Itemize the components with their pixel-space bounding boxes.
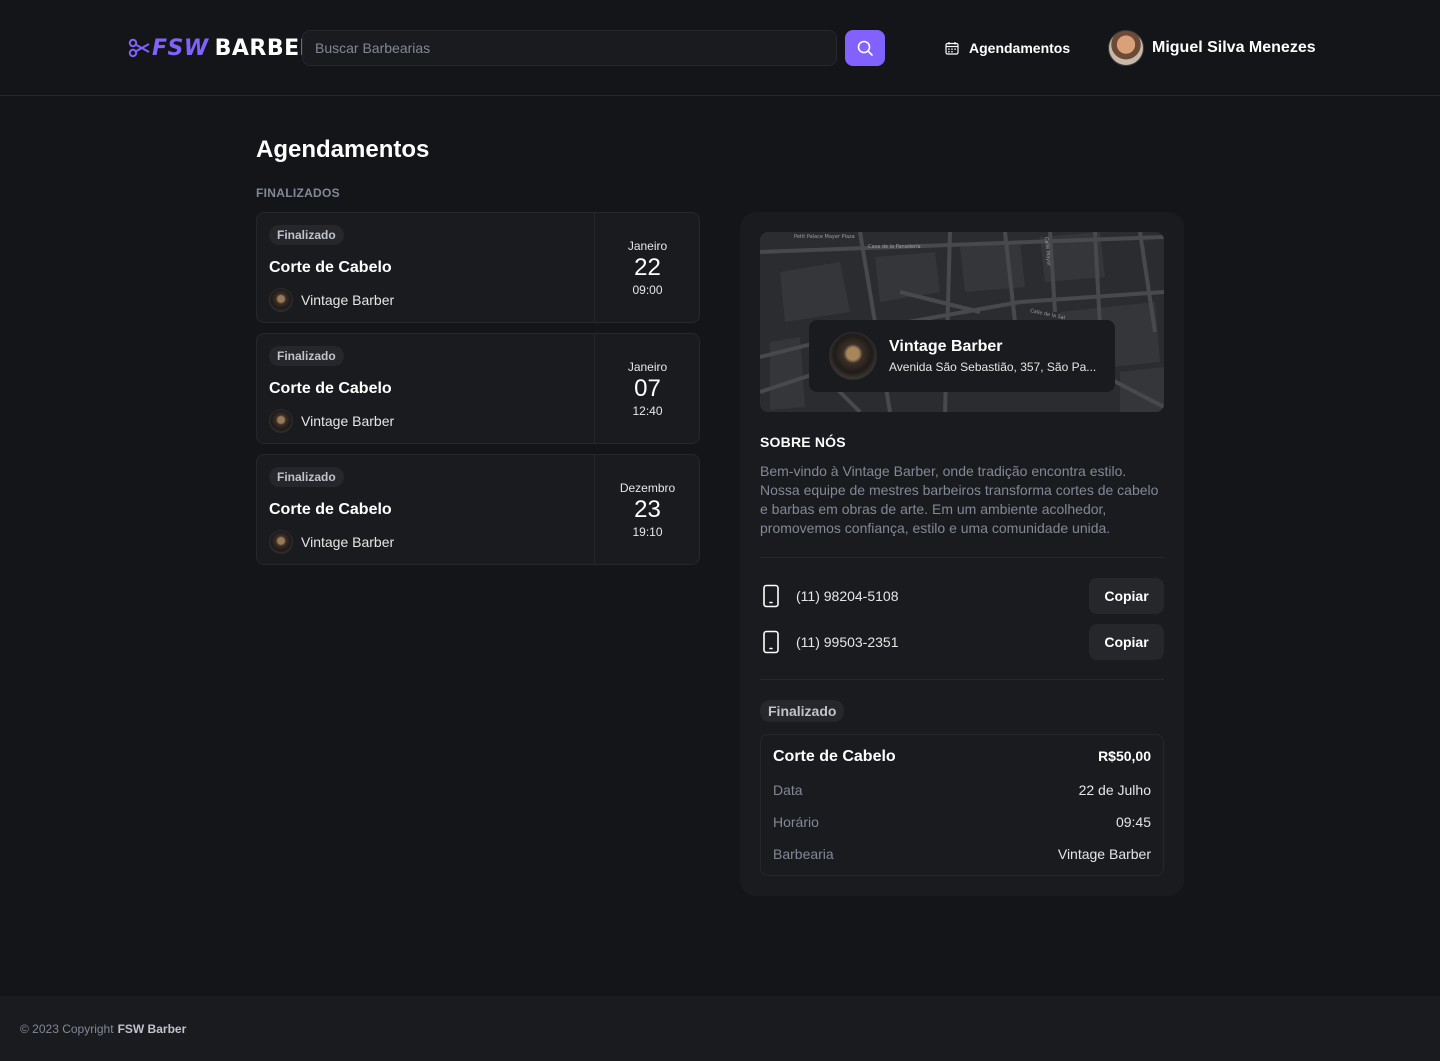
page-title: Agendamentos <box>256 136 430 163</box>
status-badge: Finalizado <box>760 700 845 722</box>
booking-service: Corte de Cabelo <box>269 380 392 397</box>
summary-row-time: Horário 09:45 <box>773 814 1151 830</box>
summary-barbershop-value: Vintage Barber <box>1057 846 1151 862</box>
summary-header: Corte de Cabelo R$50,00 <box>773 748 1151 766</box>
nav-bookings-link[interactable]: Agendamentos <box>945 38 1070 58</box>
barbershop-name: Vintage Barber <box>301 292 395 308</box>
summary-time-label: Horário <box>773 814 819 830</box>
user-menu[interactable]: Miguel Silva Menezes <box>1108 30 1316 66</box>
phone-item: (11) 98204-5108 Copiar <box>760 578 1164 614</box>
map-label: Petit Palace Mayer Plaza <box>794 234 855 240</box>
summary-date-value: 22 de Julho <box>1078 782 1151 798</box>
status-badge: Finalizado <box>269 225 344 245</box>
footer: © 2023 Copyright FSW Barber <box>0 996 1440 1061</box>
booking-month: Janeiro <box>627 359 668 374</box>
booking-card[interactable]: Finalizado Corte de Cabelo Vintage Barbe… <box>256 454 700 565</box>
phone-item: (11) 99503-2351 Copiar <box>760 624 1164 660</box>
phone-number: (11) 99503-2351 <box>796 634 899 650</box>
booking-day: 07 <box>634 374 661 402</box>
booking-time: 19:10 <box>632 524 663 539</box>
booking-month: Dezembro <box>619 480 676 495</box>
barbershop-avatar <box>269 409 293 433</box>
phone-number: (11) 98204-5108 <box>796 588 899 604</box>
barbershop-name: Vintage Barber <box>301 413 395 429</box>
booking-date: Janeiro 07 12:40 <box>594 334 700 443</box>
copy-phone-button[interactable]: Copiar <box>1089 578 1164 614</box>
search-input[interactable] <box>302 30 837 66</box>
smartphone-icon <box>763 630 779 654</box>
status-badge: Finalizado <box>269 346 344 366</box>
booking-summary: Corte de Cabelo R$50,00 Data 22 de Julho… <box>760 734 1164 876</box>
section-label-finished: FINALIZADOS <box>256 186 340 200</box>
search-icon <box>857 40 873 56</box>
calendar-icon <box>945 42 959 55</box>
search-button[interactable] <box>845 30 885 66</box>
summary-date-label: Data <box>773 782 803 798</box>
booking-time: 12:40 <box>632 403 663 418</box>
summary-barbershop-label: Barbearia <box>773 846 834 862</box>
header: FSW BARBER Agendamentos Miguel Silva Men… <box>0 0 1440 96</box>
map-barbershop-name: Vintage Barber <box>889 338 1003 355</box>
about-title: SOBRE NÓS <box>760 434 846 450</box>
booking-day: 22 <box>634 253 661 281</box>
barbershop-avatar <box>269 530 293 554</box>
avatar <box>1108 30 1144 66</box>
divider <box>760 679 1164 680</box>
booking-time: 09:00 <box>632 282 663 297</box>
map-label: Casa de la Panadería <box>868 243 921 250</box>
footer-copyright: © 2023 Copyright <box>20 1021 114 1036</box>
smartphone-icon <box>763 584 779 608</box>
summary-row-date: Data 22 de Julho <box>773 782 1151 798</box>
booking-service: Corte de Cabelo <box>269 259 392 276</box>
logo-accent: FSW <box>152 35 209 61</box>
summary-row-barbershop: Barbearia Vintage Barber <box>773 846 1151 862</box>
booking-service: Corte de Cabelo <box>269 501 392 518</box>
booking-barbershop: Vintage Barber <box>269 288 394 312</box>
booking-barbershop: Vintage Barber <box>269 530 394 554</box>
summary-service: Corte de Cabelo <box>773 748 896 765</box>
summary-price: R$50,00 <box>1098 748 1151 764</box>
logo[interactable]: FSW BARBER <box>128 34 317 62</box>
booking-month: Janeiro <box>627 238 668 253</box>
booking-barbershop: Vintage Barber <box>269 409 394 433</box>
booking-details-panel: Petit Palace Mayer Plaza Casa de la Pana… <box>740 212 1184 896</box>
summary-time-value: 09:45 <box>1115 814 1151 830</box>
divider <box>760 557 1164 558</box>
booking-day: 23 <box>634 495 661 523</box>
footer-brand: FSW Barber <box>117 1021 187 1036</box>
map-barbershop-card: Vintage Barber Avenida São Sebastião, 35… <box>809 320 1115 392</box>
user-name: Miguel Silva Menezes <box>1152 39 1316 56</box>
barbershop-avatar <box>829 332 877 380</box>
map: Petit Palace Mayer Plaza Casa de la Pana… <box>760 232 1164 412</box>
barbershop-name: Vintage Barber <box>301 534 395 550</box>
nav-bookings-label: Agendamentos <box>969 40 1071 56</box>
map-barbershop-address: Avenida São Sebastião, 357, São Pa... <box>889 360 1097 374</box>
booking-card[interactable]: Finalizado Corte de Cabelo Vintage Barbe… <box>256 333 700 444</box>
barbershop-avatar <box>269 288 293 312</box>
scissors-icon <box>128 38 150 58</box>
about-text: Bem-vindo à Vintage Barber, onde tradiçã… <box>760 463 1159 536</box>
booking-card[interactable]: Finalizado Corte de Cabelo Vintage Barbe… <box>256 212 700 323</box>
booking-date: Dezembro 23 19:10 <box>594 455 700 564</box>
booking-date: Janeiro 22 09:00 <box>594 213 700 322</box>
copy-phone-button[interactable]: Copiar <box>1089 624 1164 660</box>
status-badge: Finalizado <box>269 467 344 487</box>
